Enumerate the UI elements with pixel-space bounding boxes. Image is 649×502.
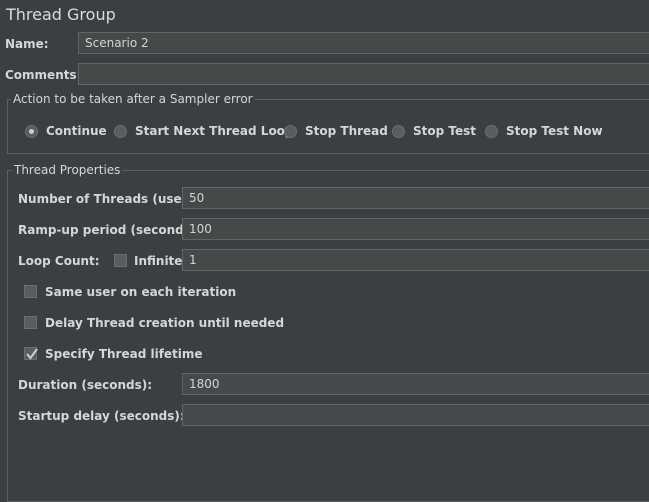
ramp-up-field[interactable] [182, 218, 649, 240]
radio-start-next-thread-loop-label: Start Next Thread Loop [135, 124, 294, 138]
num-threads-label: Number of Threads (users): [18, 192, 206, 206]
same-user-label: Same user on each iteration [45, 285, 237, 299]
same-user-checkbox[interactable] [24, 285, 37, 298]
delay-thread-label: Delay Thread creation until needed [45, 316, 285, 330]
radio-button-icon [114, 124, 127, 138]
radio-button-icon [485, 124, 498, 138]
sampler-error-legend: Action to be taken after a Sampler error [11, 92, 255, 106]
radio-start-next-thread-loop[interactable]: Start Next Thread Loop [114, 122, 294, 140]
specify-lifetime-checkbox[interactable] [24, 347, 38, 360]
radio-continue[interactable]: Continue [25, 122, 107, 140]
page-title: Thread Group [6, 5, 116, 24]
loop-count-label: Loop Count: [18, 254, 100, 268]
num-threads-field[interactable] [182, 187, 649, 209]
startup-delay-field[interactable] [182, 404, 649, 426]
loop-count-field[interactable] [182, 249, 649, 271]
infinite-checkbox[interactable] [114, 254, 127, 267]
comments-field[interactable] [78, 63, 649, 85]
radio-button-icon [392, 124, 405, 138]
radio-stop-test[interactable]: Stop Test [392, 122, 476, 140]
duration-label: Duration (seconds): [18, 378, 153, 392]
name-field[interactable] [78, 32, 649, 54]
checkmark-icon [26, 348, 38, 360]
radio-selected-dot [29, 128, 34, 134]
startup-delay-label: Startup delay (seconds): [18, 409, 185, 423]
radio-button-icon [284, 124, 297, 138]
specify-lifetime-label: Specify Thread lifetime [45, 347, 203, 361]
infinite-label: Infinite [134, 254, 183, 268]
radio-stop-test-now[interactable]: Stop Test Now [485, 122, 603, 140]
radio-stop-thread-label: Stop Thread [305, 124, 388, 138]
ramp-up-label: Ramp-up period (seconds): [18, 223, 202, 237]
duration-field[interactable] [182, 373, 649, 395]
comments-label: Comments: [5, 68, 82, 82]
radio-continue-label: Continue [46, 124, 107, 138]
radio-button-icon [25, 124, 38, 138]
thread-properties-legend: Thread Properties [12, 163, 123, 177]
radio-stop-test-label: Stop Test [413, 124, 476, 138]
radio-stop-test-now-label: Stop Test Now [506, 124, 603, 138]
radio-stop-thread[interactable]: Stop Thread [284, 122, 388, 140]
name-label: Name: [5, 37, 49, 51]
delay-thread-checkbox[interactable] [24, 316, 37, 329]
